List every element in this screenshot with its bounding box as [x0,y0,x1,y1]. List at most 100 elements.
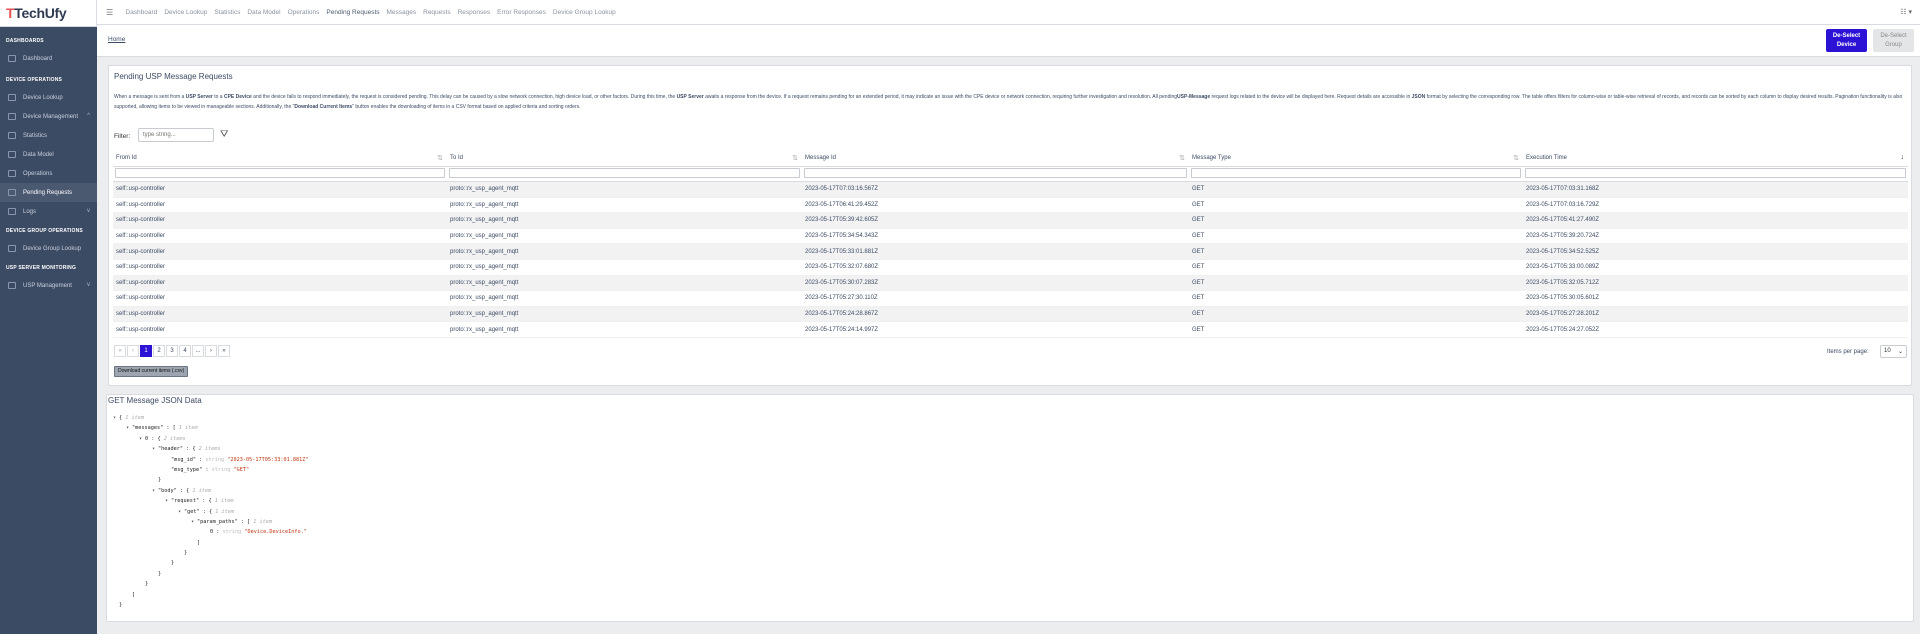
sort-icon[interactable]: ⇅ [792,154,798,162]
table-row[interactable]: self::usp-controller proto::rx_usp_agent_… [113,213,1908,229]
table-cell: 2023-05-17T05:33:00.089Z [1526,264,1600,271]
topnav-error-responses[interactable]: Error Responses [494,9,550,16]
topnav-device-group-lookup[interactable]: Device Group Lookup [549,9,619,16]
json-line[interactable]: ▾ 0 : { 2 items [113,434,308,444]
deselect-device-button[interactable]: De-Select Device [1826,29,1867,52]
sidebar-item-device-management[interactable]: Device Management ^ [0,107,97,126]
brand-logo[interactable]: TTechUfy [0,0,97,27]
json-line[interactable]: ▾ "param_paths" : [ 1 item [113,517,308,527]
sidebar-item-statistics[interactable]: Statistics [0,126,97,145]
table-cell: 2023-05-17T05:24:28.867Z [805,311,879,318]
filter-label: Filter: [114,133,131,140]
json-line[interactable]: ▾ "get" : { 1 item [113,507,308,517]
page-button[interactable]: « [114,345,126,357]
page-button[interactable]: » [218,345,230,357]
table-row[interactable]: self::usp-controller proto::rx_usp_agent_… [113,182,1908,198]
json-punct: : { [199,498,212,505]
table-cell: 2023-05-17T07:03:16.729Z [1526,201,1600,208]
sort-icon[interactable]: ⇅ [1179,154,1185,162]
user-menu-icon[interactable]: ☷ ▾ [1900,8,1912,16]
table-row[interactable]: self::usp-controller proto::rx_usp_agent_… [113,244,1908,260]
funnel-icon[interactable]: ⛛ [220,129,228,140]
table-row[interactable]: self::usp-controller proto::rx_usp_agent_… [113,322,1908,338]
table-cell: self::usp-controller [116,326,166,333]
to-id-filter-input[interactable] [449,168,800,179]
topnav-pending-requests[interactable]: Pending Requests [323,9,383,16]
json-line: } [113,600,308,610]
page-button[interactable]: 2 [153,345,165,357]
table-cell: proto::rx_usp_agent_mqtt [450,186,519,193]
sidebar-item-operations[interactable]: Operations [0,164,97,183]
page-button[interactable]: 1 [140,345,152,357]
page-button[interactable]: 4 [179,345,191,357]
sidebar-item-device-group-lookup[interactable]: Device Group Lookup [0,239,97,258]
page-button[interactable]: 3 [166,345,178,357]
column-message-type[interactable]: Message Type ⇅ [1189,149,1523,166]
topnav-dashboard[interactable]: Dashboard [122,9,161,16]
json-line[interactable]: ▾{ 1 item [113,413,308,423]
json-line[interactable]: ▾ "request" : { 1 item [113,496,308,506]
sidebar-item-dashboard[interactable]: Dashboard [0,49,97,68]
sort-icon[interactable]: ⇅ [1513,154,1519,162]
json-viewer: ▾{ 1 item ▾ "messages" : [ 1 item ▾ 0 : { 2 … [113,413,308,610]
topnav-statistics[interactable]: Statistics [211,9,244,16]
topnav-device-lookup[interactable]: Device Lookup [161,9,211,16]
sidebar-item-device-lookup[interactable]: Device Lookup [0,88,97,107]
deselect-group-button[interactable]: De-Select Group [1873,29,1914,52]
table-cell: GET [1192,264,1205,271]
page-button[interactable]: ‹ [127,345,139,357]
table-cell: proto::rx_usp_agent_mqtt [450,264,519,271]
table-row[interactable]: self::usp-controller proto::rx_usp_agent_… [113,198,1908,214]
table-row[interactable]: self::usp-controller proto::rx_usp_agent_… [113,291,1908,307]
column-execution-time[interactable]: Execution Time ↓ [1523,149,1908,166]
chevron-up-icon: ^ [87,113,90,119]
table-cell: self::usp-controller [116,186,166,193]
json-line[interactable]: ▾ "body" : { 1 item [113,486,308,496]
filter-input[interactable] [138,128,214,142]
table-row[interactable]: self::usp-controller proto::rx_usp_agent_… [113,229,1908,245]
column-from-id[interactable]: From Id ⇅ [113,149,447,166]
json-punct: { [119,415,123,421]
topnav-data-model[interactable]: Data Model [244,9,284,16]
json-key: "messages" [132,425,164,432]
sidebar-item-logs[interactable]: Logs v [0,202,97,221]
topnav-requests[interactable]: Requests [420,9,454,16]
column-to-id[interactable]: To Id ⇅ [447,149,802,166]
from-id-filter-input[interactable] [115,168,445,179]
json-punct: ] [197,539,201,546]
sidebar-item-data-model[interactable]: Data Model [0,145,97,164]
sidebar-item-pending-requests[interactable]: Pending Requests [0,183,97,202]
page-button[interactable]: › [205,345,217,357]
page-button[interactable]: ... [192,345,204,357]
json-line: } [113,548,308,558]
json-line[interactable]: ▾ "messages" : [ 1 item [113,423,308,433]
pending-requests-card: Pending USP Message Requests When a mess… [108,65,1912,386]
table-row[interactable]: self::usp-controller proto::rx_usp_agent_… [113,260,1908,276]
topnav-messages[interactable]: Messages [383,9,420,16]
table-cell: GET [1192,295,1205,302]
download-csv-button[interactable]: Download current items (.csv) [114,366,189,377]
message-type-filter-input[interactable] [1191,168,1521,179]
table-row[interactable]: self::usp-controller proto::rx_usp_agent_… [113,275,1908,292]
table-cell: 2023-05-17T05:30:07.283Z [805,279,879,286]
column-message-id[interactable]: Message Id ⇅ [802,149,1189,166]
table-cell: self::usp-controller [116,279,166,286]
table-row[interactable]: self::usp-controller proto::rx_usp_agent_… [113,306,1908,323]
json-value: "GET" [233,466,250,473]
items-per-page-select[interactable]: 10 ⌄ [1880,345,1907,358]
sort-desc-icon[interactable]: ↓ [1901,154,1905,161]
sidebar-item-usp-management[interactable]: USP Management v [0,276,97,295]
json-item-count: 1 item [192,487,212,494]
table-cell: proto::rx_usp_agent_mqtt [450,311,519,318]
json-item-count: 2 items [198,446,221,453]
message-id-filter-input[interactable] [804,168,1187,179]
hamburger-icon[interactable]: ☰ [106,8,120,17]
sort-icon[interactable]: ⇅ [437,154,443,162]
execution-time-filter-input[interactable] [1525,168,1906,179]
topnav-responses[interactable]: Responses [454,9,494,16]
topnav-operations[interactable]: Operations [284,9,323,16]
table-header: From Id ⇅ To Id ⇅ Message Id ⇅ Message Type… [113,149,1908,167]
json-line: } [113,475,308,485]
json-line[interactable]: ▾ "header" : { 2 items [113,444,308,454]
breadcrumb-home[interactable]: Home [108,36,125,43]
